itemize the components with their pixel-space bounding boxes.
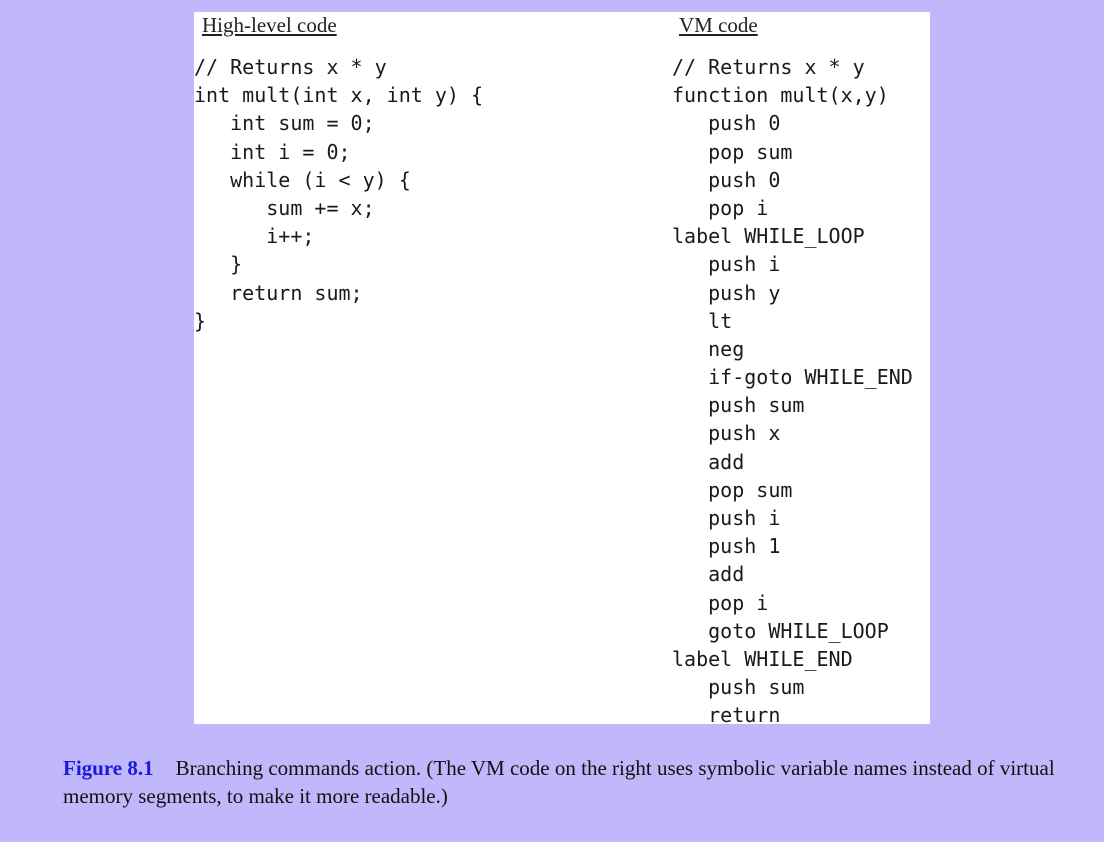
figure-label: Figure 8.1 xyxy=(63,756,154,780)
vm-code-line: function mult(x,y) xyxy=(672,83,889,108)
vm-code-line: neg xyxy=(672,336,745,361)
vm-code-line: pop i xyxy=(672,195,769,220)
vm-code-line: // Returns x * y xyxy=(672,55,865,79)
high-level-code-line: sum += x; xyxy=(194,195,375,220)
vm-code-line: label WHILE_LOOP xyxy=(672,224,865,249)
high-level-code-line: } xyxy=(194,308,207,333)
vm-code-line: push 0 xyxy=(672,111,781,136)
vm-code-line: push 1 xyxy=(672,534,781,559)
high-level-code-line: while (i < y) { xyxy=(194,167,411,192)
vm-code-heading: VM code xyxy=(679,13,758,37)
vm-code-line: add xyxy=(672,562,745,587)
figure-caption: Figure 8.1 Branching commands action. (Th… xyxy=(63,754,1063,810)
vm-code-line: push 0 xyxy=(672,167,781,192)
high-level-code-line: int sum = 0; xyxy=(194,111,375,136)
vm-code-line: push sum xyxy=(672,393,805,418)
vm-code-line: return xyxy=(672,703,781,724)
code-figure-panel: High-level code VM code // Returns x * y… xyxy=(194,12,930,724)
vm-code-line: goto WHILE_LOOP xyxy=(672,618,889,643)
vm-code-line: push y xyxy=(672,280,781,305)
vm-code-line: push x xyxy=(672,421,781,446)
high-level-code-line: // Returns x * y xyxy=(194,55,387,79)
high-level-code-line: int i = 0; xyxy=(194,139,351,164)
vm-code-line: pop i xyxy=(672,590,769,615)
high-level-code-line: } xyxy=(194,252,243,277)
high-level-code-line: return sum; xyxy=(194,280,363,305)
high-level-code-line: int mult(int x, int y) { xyxy=(194,83,483,108)
vm-code-line: push i xyxy=(672,506,781,530)
caption-text: Branching commands action. (The VM code … xyxy=(63,756,1055,808)
vm-code-line: label WHILE_END xyxy=(672,646,853,671)
vm-code-line: push i xyxy=(672,252,781,277)
vm-code-line: lt xyxy=(672,308,733,333)
vm-code-line: if-goto WHILE_END xyxy=(672,365,913,390)
vm-code-line: pop sum xyxy=(672,477,793,502)
vm-code-line: push sum xyxy=(672,675,805,700)
high-level-code-heading: High-level code xyxy=(202,13,337,37)
vm-code-block: // Returns x * y function mult(x,y) push … xyxy=(672,53,913,724)
vm-code-line: pop sum xyxy=(672,139,793,164)
high-level-code-line: i++; xyxy=(194,224,315,249)
high-level-code-block: // Returns x * y int mult(int x, int y) {… xyxy=(194,53,483,335)
vm-code-line: add xyxy=(672,449,745,474)
